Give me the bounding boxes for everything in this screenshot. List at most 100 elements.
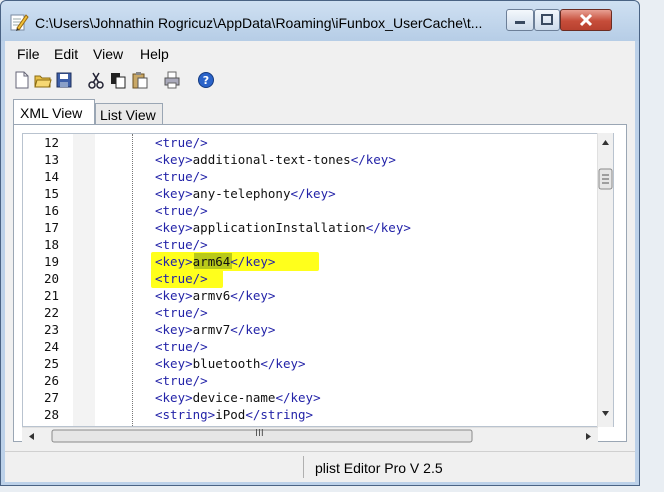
menu-edit[interactable]: Edit xyxy=(54,46,78,62)
xml-value: applicationInstallation xyxy=(192,220,366,235)
code-line[interactable]: 15 <key>any-telephony</key> xyxy=(23,185,603,202)
xml-tag: <true/> xyxy=(155,169,208,184)
xml-value: device-name xyxy=(192,390,276,405)
tab-panel: 12 <true/> 13 <key>additional-text-tones</k… xyxy=(13,124,627,443)
code-text: <true/> xyxy=(155,169,208,184)
svg-text:?: ? xyxy=(203,74,209,87)
xml-tag: <key> xyxy=(155,288,193,303)
xml-tag: <key> xyxy=(155,152,193,167)
code-text: <key>additional-text-tones</key> xyxy=(155,152,396,167)
code-line[interactable]: 14 <true/> xyxy=(23,168,603,185)
xml-tag: </key> xyxy=(290,186,336,201)
code-text: <key>bluetooth</key> xyxy=(155,356,306,371)
client-area: XML View List View 12 <true/> 13 <key>addit… xyxy=(5,95,635,451)
status-separator xyxy=(303,456,304,478)
xml-value: bluetooth xyxy=(192,356,261,371)
vertical-scrollbar-graphics xyxy=(598,140,613,416)
title-bar[interactable]: C:\Users\Johnathin Rogricuz\AppData\Roam… xyxy=(1,1,639,41)
horizontal-scroll-grip: III xyxy=(255,428,264,439)
xml-tag: </key> xyxy=(230,322,276,337)
cut-icon[interactable] xyxy=(87,71,105,89)
close-icon xyxy=(579,13,593,27)
minimize-button[interactable] xyxy=(506,9,534,31)
line-number: 22 xyxy=(43,305,59,320)
code-line[interactable]: 16 <true/> xyxy=(23,202,603,219)
xml-tag: <key> xyxy=(155,254,193,269)
xml-value: armv6 xyxy=(192,288,231,303)
menu-bar: File Edit View Help xyxy=(5,41,635,67)
status-bar: plist Editor Pro V 2.5 xyxy=(5,451,635,482)
code-text: <true/> xyxy=(155,135,208,150)
code-text: <true/> xyxy=(155,305,208,320)
code-line[interactable]: 23 <key>armv7</key> xyxy=(23,321,603,338)
xml-tag: <true/> xyxy=(155,237,208,252)
copy-icon[interactable] xyxy=(109,71,127,89)
line-number: 26 xyxy=(43,373,59,388)
code-line[interactable]: 28 <string>iPod</string> xyxy=(23,406,603,423)
open-folder-icon[interactable] xyxy=(34,71,52,89)
line-number: 20 xyxy=(43,271,59,286)
code-text: <key>any-telephony</key> xyxy=(155,186,336,201)
toolbar: ? xyxy=(5,67,635,95)
line-number: 15 xyxy=(43,186,59,201)
menu-help[interactable]: Help xyxy=(140,46,169,62)
minimize-icon xyxy=(515,21,525,24)
line-number: 18 xyxy=(43,237,59,252)
close-button[interactable] xyxy=(560,9,612,31)
window-title: C:\Users\Johnathin Rogricuz\AppData\Roam… xyxy=(35,15,483,31)
code-line[interactable]: 18 <true/> xyxy=(23,236,603,253)
code-line[interactable]: 19 <key>arm64</key> xyxy=(23,252,603,271)
code-line[interactable]: 25 <key>bluetooth</key> xyxy=(23,355,603,372)
xml-tag: <true/> xyxy=(155,203,208,218)
code-text: <key>armv6</key> xyxy=(155,288,275,303)
maximize-button[interactable] xyxy=(534,9,560,31)
xml-value: armv7 xyxy=(192,322,231,337)
xml-tag: <key> xyxy=(155,356,193,371)
line-number: 28 xyxy=(43,407,59,422)
scroll-down-icon xyxy=(602,411,609,416)
code-line[interactable]: 20 <true/> xyxy=(23,269,603,288)
xml-tag: <true/> xyxy=(155,135,208,150)
line-number: 27 xyxy=(43,390,59,405)
code-line[interactable]: 21 <key>armv6</key> xyxy=(23,287,603,304)
line-number: 23 xyxy=(43,322,59,337)
xml-tag: <true/> xyxy=(155,339,208,354)
xml-value: additional-text-tones xyxy=(192,152,351,167)
scroll-up-icon xyxy=(602,140,609,145)
code-line[interactable]: 13 <key>additional-text-tones</key> xyxy=(23,151,603,168)
xml-editor[interactable]: 12 <true/> 13 <key>additional-text-tones</k… xyxy=(22,133,614,427)
xml-tag: <key> xyxy=(155,220,193,235)
horizontal-scrollbar[interactable]: III xyxy=(22,427,598,443)
code-line[interactable]: 22 <true/> xyxy=(23,304,603,321)
line-number: 19 xyxy=(43,254,59,269)
xml-tag: </key> xyxy=(365,220,411,235)
xml-tag: </key> xyxy=(275,390,321,405)
menu-view[interactable]: View xyxy=(93,46,123,62)
menu-file[interactable]: File xyxy=(17,46,40,62)
code-line[interactable]: 17 <key>applicationInstallation</key> xyxy=(23,219,603,236)
paste-icon[interactable] xyxy=(131,71,149,89)
code-line[interactable]: 12 <true/> xyxy=(23,134,603,151)
code-line[interactable]: 24 <true/> xyxy=(23,338,603,355)
code-line[interactable]: 26 <true/> xyxy=(23,372,603,389)
print-icon[interactable] xyxy=(163,71,181,89)
line-number: 14 xyxy=(43,169,59,184)
horizontal-scrollbar-graphics xyxy=(29,429,591,443)
app-window: C:\Users\Johnathin Rogricuz\AppData\Roam… xyxy=(0,0,640,486)
code-text: <true/> xyxy=(155,271,208,286)
xml-tag: </key> xyxy=(230,288,276,303)
scroll-right-icon xyxy=(586,433,591,440)
help-icon[interactable]: ? xyxy=(197,71,215,89)
new-file-icon[interactable] xyxy=(13,71,31,89)
vertical-scrollbar[interactable] xyxy=(597,133,613,427)
code-text: <true/> xyxy=(155,237,208,252)
save-icon[interactable] xyxy=(55,71,73,89)
code-line[interactable]: 27 <key>device-name</key> xyxy=(23,389,603,406)
tab-xml-view[interactable]: XML View xyxy=(13,99,95,124)
xml-tag: <key> xyxy=(155,390,193,405)
xml-value: iPod xyxy=(215,407,246,422)
line-number: 21 xyxy=(43,288,59,303)
xml-tag: <true/> xyxy=(155,305,208,320)
tab-list-view[interactable]: List View xyxy=(95,103,163,124)
xml-tag: </key> xyxy=(350,152,396,167)
